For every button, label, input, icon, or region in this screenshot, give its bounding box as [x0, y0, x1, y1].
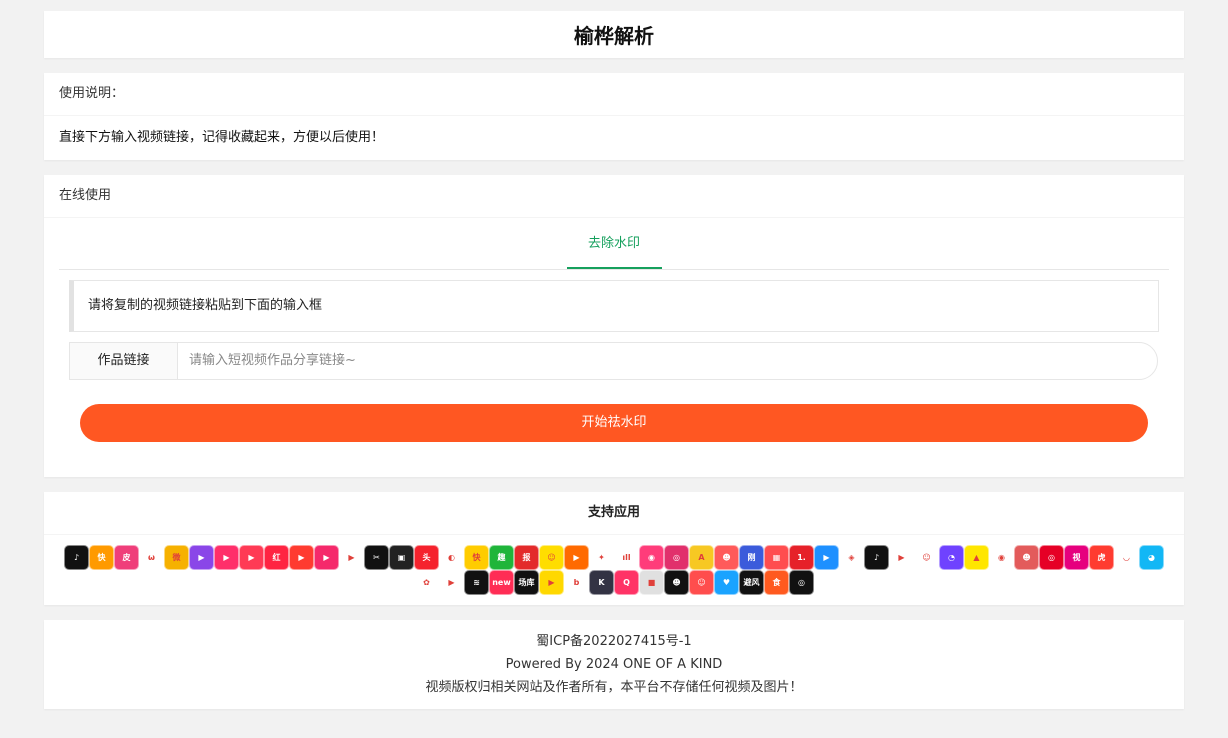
face-icon: ☻	[1014, 545, 1039, 570]
k-letter-icon: K	[589, 570, 614, 595]
ghost-icon: ◔	[939, 545, 964, 570]
momo-icon: ◉	[639, 545, 664, 570]
live-icon: ▣	[389, 545, 414, 570]
supported-apps-list: ♪ 快皮 ω 微 ▶ ▶ ▶ 红 ▶ ▶ ▶ ✂ ▣ 头 ◐ 快趣报 ☺ ▶ ✦ ıll ◉ ◎ A ☻ 刚 ▦ 1. ▶ ◈ ♪ ▶ ☺ ◔ ▲…	[44, 535, 1184, 605]
tiktok-icon: ♪	[64, 545, 89, 570]
tab-bar: 去除水印	[59, 218, 1169, 270]
tiger-icon: 虎	[1089, 545, 1114, 570]
capcut-icon: ✂	[364, 545, 389, 570]
food-icon: 食	[764, 570, 789, 595]
douyin-icon: ♪	[864, 545, 889, 570]
huoshan-icon: ▶	[289, 545, 314, 570]
bilibili-play-icon: ▶	[564, 545, 589, 570]
hint-box: 请将复制的视频链接粘贴到下面的输入框	[69, 280, 1159, 332]
panda-icon: ☺	[914, 545, 939, 570]
play-triangle-icon: ▶	[439, 570, 464, 595]
changku-icon: 场库	[514, 570, 539, 595]
kuaibao-icon: 报	[514, 545, 539, 570]
heart-wave-icon: ♥	[714, 570, 739, 595]
acfun-icon: A	[689, 545, 714, 570]
gang-icon: 刚	[739, 545, 764, 570]
powered-by: Powered By 2024 ONE OF A KIND	[505, 657, 723, 672]
haokan-icon: ▶	[189, 545, 214, 570]
online-header: 在线使用	[44, 175, 1184, 218]
link-input[interactable]: 请输入短视频作品分享链接~	[177, 342, 1158, 380]
kuai-icon: 快	[464, 545, 489, 570]
bowl-icon: ◡	[1114, 545, 1139, 570]
ring-icon: ◎	[789, 570, 814, 595]
b-letter-icon: b	[564, 570, 589, 595]
avatar-app-icon: ☻	[714, 545, 739, 570]
netease-icon: ◎	[1039, 545, 1064, 570]
apps-header: 支持应用	[44, 492, 1184, 535]
kuaishou-icon: 快	[89, 545, 114, 570]
tab-remove-watermark[interactable]: 去除水印	[566, 218, 662, 269]
twitter-icon: ✦	[589, 545, 614, 570]
new-icon: new	[489, 570, 514, 595]
lvzhou-icon: ▶	[239, 545, 264, 570]
usage-card: 使用说明： 直接下方输入视频链接，记得收藏起来，方便以后使用！	[44, 73, 1184, 160]
film-icon: ▦	[764, 545, 789, 570]
footer: 蜀ICP备2022027415号-1 Powered By 2024 ONE O…	[44, 620, 1184, 709]
qq-icon: ◕	[1139, 545, 1164, 570]
monkey-icon: ☺	[689, 570, 714, 595]
online-card: 在线使用 去除水印 请将复制的视频链接粘贴到下面的输入框 作品链接 请输入短视频…	[44, 175, 1184, 477]
yellow-play-icon: ▶	[539, 570, 564, 595]
qutoutiao-icon: 趣	[489, 545, 514, 570]
iqiyi-icon: ▶	[339, 545, 364, 570]
title-card: 榆桦解析	[44, 11, 1184, 58]
site-title: 榆桦解析	[574, 24, 654, 48]
yidian-icon: 1.	[789, 545, 814, 570]
bifeng-icon: 避风	[739, 570, 764, 595]
link-input-row: 作品链接 请输入短视频作品分享链接~	[69, 342, 1158, 380]
square-glow-icon: ■	[639, 570, 664, 595]
disclaimer: 视频版权归相关网站及作者所有，本平台不存储任何视频及图片！	[425, 680, 803, 695]
apps-card: 支持应用 ♪ 快皮 ω 微 ▶ ▶ ▶ 红 ▶ ▶ ▶ ✂ ▣ 头 ◐ 快趣报 ☺ ▶ ✦ ıll ◉ ◎ A ☻ 刚 ▦ 1. ▶ ◈…	[44, 492, 1184, 605]
start-remove-watermark-button[interactable]: 开始祛水印	[80, 404, 1148, 442]
tencent-video-icon: ◐	[439, 545, 464, 570]
button-wrap: 开始祛水印	[44, 380, 1184, 477]
link-input-label: 作品链接	[69, 342, 177, 380]
grass-icon: ıll	[614, 545, 639, 570]
xigua-icon: ▶	[314, 545, 339, 570]
weishi-icon: ω	[139, 545, 164, 570]
meipai-icon: ▶	[214, 545, 239, 570]
youku-icon: ▶	[814, 545, 839, 570]
usage-header: 使用说明：	[44, 73, 1184, 116]
usage-text: 直接下方输入视频链接，记得收藏起来，方便以后使用！	[59, 130, 385, 145]
eye-icon: ◉	[989, 545, 1014, 570]
q-bubble-icon: Q	[614, 570, 639, 595]
xiaohongshu-icon: 红	[264, 545, 289, 570]
pipixia-icon: 皮	[114, 545, 139, 570]
icp-link[interactable]: 蜀ICP备2022027415号-1	[44, 630, 1184, 653]
video-app-icon: 视	[1064, 545, 1089, 570]
mascot-icon: ☻	[664, 570, 689, 595]
youtube-icon: ▶	[889, 545, 914, 570]
toutiao-icon: 头	[414, 545, 439, 570]
instagram-icon: ◎	[664, 545, 689, 570]
uc-icon: ✿	[414, 570, 439, 595]
page-container: 榆桦解析 使用说明： 直接下方输入视频链接，记得收藏起来，方便以后使用！ 在线使…	[44, 0, 1184, 709]
stripe-icon: ≋	[464, 570, 489, 595]
aiqiyi-eye-icon: ◈	[839, 545, 864, 570]
zuiyou-icon: ☺	[539, 545, 564, 570]
weibo-icon: 微	[164, 545, 189, 570]
drop-icon: ▲	[964, 545, 989, 570]
